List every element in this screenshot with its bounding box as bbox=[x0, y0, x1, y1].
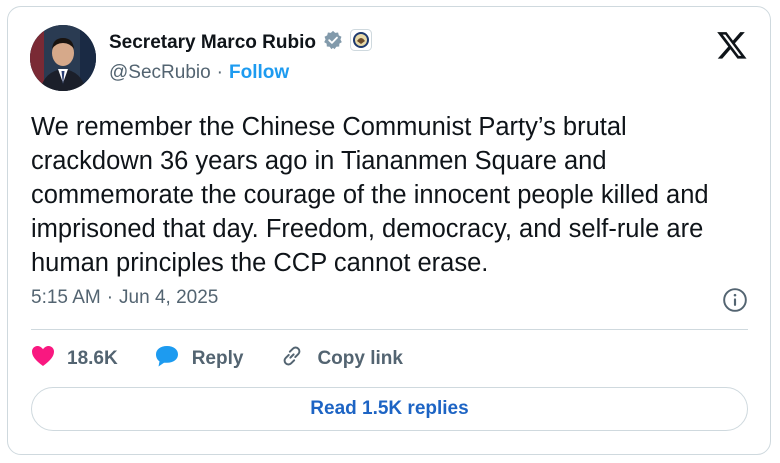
copy-link-button[interactable]: Copy link bbox=[279, 343, 403, 375]
like-button[interactable]: 18.6K bbox=[31, 345, 118, 373]
tweet-date[interactable]: Jun 4, 2025 bbox=[119, 287, 218, 309]
separator-dot: · bbox=[216, 62, 223, 83]
speech-bubble-icon bbox=[154, 344, 180, 374]
follow-button[interactable]: Follow bbox=[229, 62, 289, 84]
x-logo-icon[interactable] bbox=[716, 29, 748, 61]
avatar[interactable] bbox=[30, 25, 96, 91]
divider bbox=[31, 329, 748, 330]
verified-badge-icon bbox=[323, 30, 343, 55]
read-replies-label: Read 1.5K replies bbox=[310, 398, 469, 419]
author-name[interactable]: Secretary Marco Rubio bbox=[109, 32, 316, 54]
tweet-card[interactable]: Secretary Marco Rubio @SecRubio · Follow… bbox=[7, 6, 771, 455]
reply-label: Reply bbox=[191, 348, 244, 369]
author-handle[interactable]: @SecRubio bbox=[109, 62, 211, 84]
info-icon[interactable] bbox=[722, 287, 748, 313]
state-department-seal-icon bbox=[349, 29, 372, 56]
reply-button[interactable]: Reply bbox=[154, 344, 244, 374]
separator-dot: · bbox=[106, 287, 114, 308]
like-count: 18.6K bbox=[67, 348, 118, 369]
read-replies-button[interactable]: Read 1.5K replies bbox=[31, 387, 748, 431]
link-icon bbox=[279, 343, 305, 375]
handle-row: @SecRubio · Follow bbox=[109, 62, 289, 84]
tweet-actions: 18.6K Reply Copy link bbox=[31, 343, 439, 375]
tweet-timestamp[interactable]: 5:15 AM · Jun 4, 2025 bbox=[31, 287, 218, 309]
copy-link-label: Copy link bbox=[317, 348, 403, 369]
tweet-time[interactable]: 5:15 AM bbox=[31, 287, 101, 309]
tweet-text: We remember the Chinese Communist Party’… bbox=[31, 113, 709, 277]
author-name-row: Secretary Marco Rubio bbox=[109, 29, 372, 56]
heart-icon bbox=[31, 345, 55, 373]
avatar-image bbox=[30, 25, 96, 91]
